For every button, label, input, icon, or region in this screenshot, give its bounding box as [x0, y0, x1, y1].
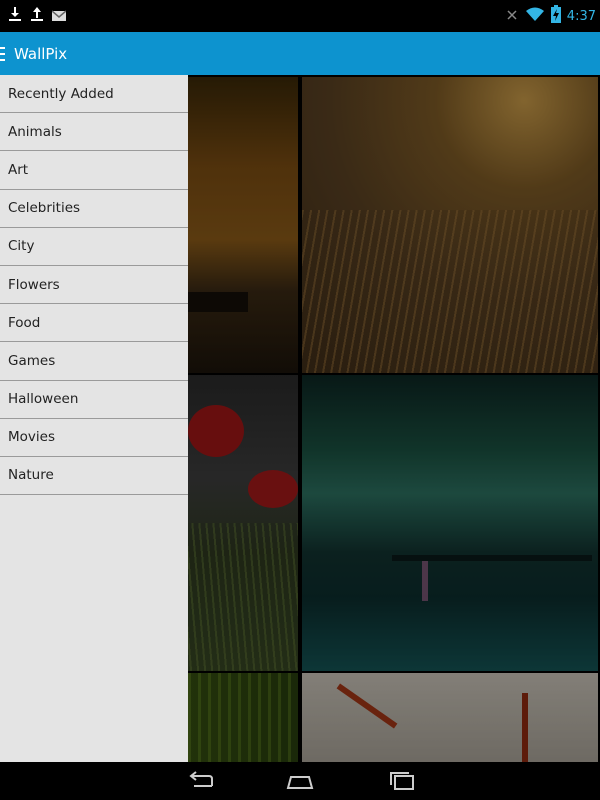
- action-bar: WallPix: [0, 32, 600, 75]
- drawer-item-art[interactable]: Art: [0, 151, 188, 190]
- mute-icon: [505, 7, 519, 26]
- status-time: 4:37: [566, 8, 596, 24]
- battery-charging-icon: [550, 5, 561, 27]
- drawer-item-food[interactable]: Food: [0, 304, 188, 343]
- drawer-item-animals[interactable]: Animals: [0, 113, 188, 152]
- drawer-item-halloween[interactable]: Halloween: [0, 381, 188, 419]
- navigation-bar: [0, 762, 600, 800]
- status-bar: 4:37: [0, 0, 600, 32]
- drawer-item-celebrities[interactable]: Celebrities: [0, 190, 188, 228]
- drawer-toggle-icon[interactable]: [0, 46, 5, 61]
- drawer-item-nature[interactable]: Nature: [0, 457, 188, 496]
- recent-apps-icon[interactable]: [387, 771, 417, 795]
- home-icon[interactable]: [285, 771, 315, 795]
- drawer-item-movies[interactable]: Movies: [0, 419, 188, 457]
- gmail-icon: [51, 7, 67, 26]
- drawer-item-games[interactable]: Games: [0, 342, 188, 381]
- notification-icons: [8, 6, 67, 26]
- download-icon: [8, 6, 22, 26]
- wifi-icon: [525, 6, 545, 26]
- system-icons: 4:37: [505, 5, 596, 27]
- drawer-item-flowers[interactable]: Flowers: [0, 266, 188, 305]
- drawer-item-city[interactable]: City: [0, 228, 188, 266]
- drawer-item-recently-added[interactable]: Recently Added: [0, 75, 188, 114]
- wallpaper-thumbnail[interactable]: [302, 77, 598, 373]
- wallpaper-thumbnail[interactable]: [302, 673, 598, 762]
- app-title[interactable]: WallPix: [14, 45, 67, 63]
- back-icon[interactable]: [186, 771, 216, 795]
- upload-icon: [30, 6, 44, 26]
- wallpaper-thumbnail[interactable]: [302, 375, 598, 671]
- navigation-drawer: Recently Added Animals Art Celebrities C…: [0, 75, 188, 762]
